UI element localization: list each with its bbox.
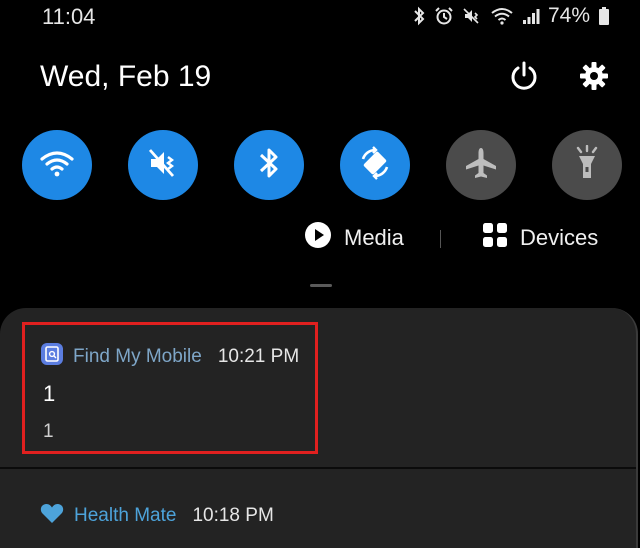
airplane-icon	[463, 145, 499, 186]
settings-button[interactable]	[576, 60, 612, 96]
flashlight-toggle[interactable]	[552, 130, 622, 200]
quick-settings	[22, 130, 622, 202]
battery-percent: 74%	[547, 4, 590, 27]
gear-icon	[579, 61, 609, 96]
media-button[interactable]: Media	[304, 220, 404, 256]
divider	[440, 230, 441, 248]
bluetooth-icon	[257, 146, 281, 185]
notification-title: 1	[43, 381, 56, 406]
bluetooth-icon	[412, 6, 426, 26]
devices-grid-icon	[482, 222, 508, 254]
status-time: 11:04	[42, 4, 96, 29]
panel-drag-handle[interactable]	[310, 284, 332, 287]
notification-health-mate[interactable]: Health Mate 10:18 PM	[0, 470, 636, 533]
wifi-toggle[interactable]	[22, 130, 92, 200]
notification-app-name: Find My Mobile	[73, 345, 202, 367]
battery-icon	[598, 6, 610, 26]
find-my-mobile-app-icon	[41, 343, 63, 370]
date-label: Wed, Feb 19	[40, 60, 212, 93]
power-icon	[508, 60, 540, 97]
status-bar: 11:04 74%	[0, 0, 640, 34]
notification-find-my-mobile[interactable]: Find My Mobile 10:21 PM 1 1	[22, 322, 318, 454]
alarm-icon	[434, 6, 454, 26]
heart-icon	[40, 502, 64, 529]
sound-toggle[interactable]	[128, 130, 198, 200]
media-devices-row: Media Devices	[0, 220, 640, 260]
flashlight-icon	[571, 144, 603, 186]
power-button[interactable]	[506, 60, 542, 96]
signal-icon	[522, 7, 540, 25]
bluetooth-toggle[interactable]	[234, 130, 304, 200]
notification-separator	[0, 467, 636, 469]
auto-rotate-icon	[357, 145, 393, 186]
notification-header: Health Mate 10:18 PM	[40, 502, 274, 529]
auto-rotate-toggle[interactable]	[340, 130, 410, 200]
mute-icon	[146, 146, 180, 185]
mute-icon	[462, 6, 482, 26]
status-icons: 74%	[412, 4, 610, 28]
airplane-mode-toggle[interactable]	[446, 130, 516, 200]
notification-header: Find My Mobile 10:21 PM	[41, 343, 299, 370]
notification-time: 10:18 PM	[192, 504, 274, 526]
media-label: Media	[344, 225, 404, 250]
devices-button[interactable]: Devices	[482, 220, 598, 256]
notification-app-name: Health Mate	[74, 504, 177, 526]
notification-text: 1	[43, 421, 54, 442]
wifi-icon	[39, 148, 75, 183]
devices-label: Devices	[520, 225, 599, 250]
play-circle-icon	[304, 221, 332, 255]
wifi-icon	[490, 6, 514, 26]
notification-time: 10:21 PM	[217, 345, 300, 367]
